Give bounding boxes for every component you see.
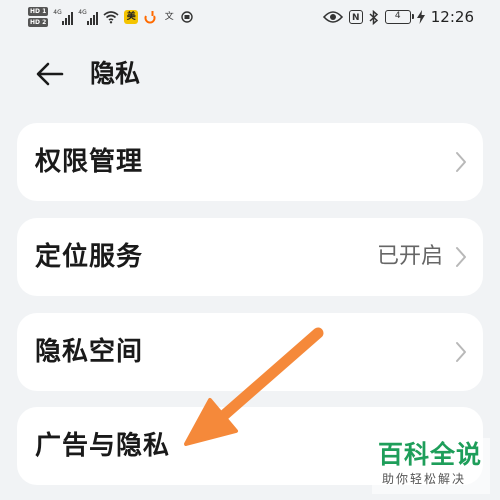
meituan-app-icon: 美 — [124, 10, 139, 24]
signal-icon-sim2: 4G — [78, 9, 99, 25]
wifi-icon — [103, 11, 119, 24]
didi-app-icon — [144, 11, 156, 24]
chevron-right-icon — [456, 342, 466, 362]
page-header: 隐私 — [0, 50, 500, 98]
watermark-subtitle: 助你轻松解决 — [382, 472, 467, 486]
status-bar-right: N 4 12:26 — [322, 7, 474, 27]
chevron-right-icon — [456, 247, 466, 267]
status-bar: HD 1 HD 2 4G 4G 美 文 N 4 12:26 — [0, 0, 500, 34]
settings-item-status: 已开启 — [376, 244, 443, 269]
network-type-sim2: 4G — [78, 9, 87, 16]
watermark-logo: 百科全说 助你轻松解决 — [372, 438, 490, 494]
watermark-title: 百科全说 — [378, 440, 483, 469]
settings-item-label: 隐私空间 — [35, 337, 144, 367]
page-title: 隐私 — [90, 59, 141, 88]
settings-item-permission-management[interactable]: 权限管理 — [17, 123, 483, 201]
translate-app-icon: 文 — [164, 12, 174, 22]
signal-icon-sim1: 4G — [53, 9, 74, 25]
arrow-left-icon[interactable] — [34, 58, 66, 90]
sim-indicators: HD 1 HD 2 — [28, 7, 49, 27]
settings-item-label: 定位服务 — [35, 242, 144, 272]
chevron-right-icon — [456, 152, 466, 172]
eye-comfort-icon — [322, 11, 343, 23]
network-type-sim1: 4G — [53, 9, 62, 16]
settings-item-label: 广告与隐私 — [35, 431, 171, 461]
settings-item-label: 权限管理 — [35, 147, 144, 177]
charging-icon — [416, 10, 425, 24]
settings-item-private-space[interactable]: 隐私空间 — [17, 313, 483, 391]
settings-item-location-service[interactable]: 定位服务 已开启 — [17, 218, 483, 296]
battery-icon: 4 — [384, 10, 414, 24]
clock-time: 12:26 — [430, 8, 474, 26]
nfc-icon: N — [348, 10, 363, 24]
app-notification-icon — [181, 11, 193, 23]
hd-sim1-badge: HD 1 — [28, 7, 49, 16]
hd-sim2-badge: HD 2 — [28, 18, 49, 27]
bluetooth-icon — [369, 9, 378, 25]
status-bar-left: HD 1 HD 2 4G 4G 美 文 — [28, 4, 193, 30]
